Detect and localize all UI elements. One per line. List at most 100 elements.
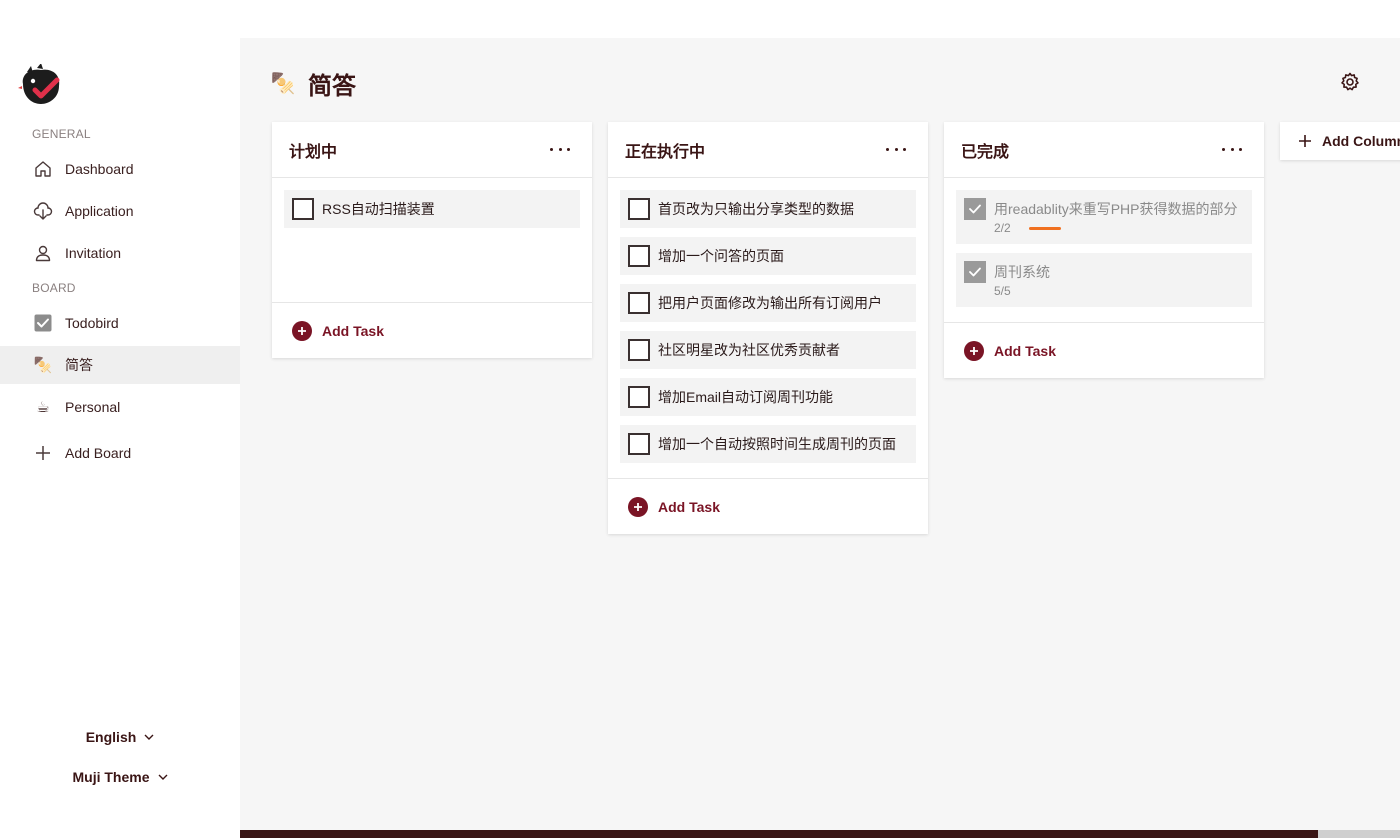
column-title: 正在执行中 — [625, 143, 706, 161]
language-select[interactable]: English — [0, 729, 240, 745]
more-icon[interactable] — [550, 145, 570, 155]
sidebar-item-application[interactable]: Application — [0, 192, 240, 230]
cloud-download-icon — [32, 200, 54, 222]
add-task-label: Add Task — [322, 322, 384, 339]
add-column-label: Add Column — [1322, 133, 1400, 149]
plus-circle-icon — [292, 320, 312, 341]
task-checkbox[interactable] — [628, 198, 650, 220]
add-board-button[interactable]: Add Board — [0, 434, 240, 472]
add-task-button[interactable]: Add Task — [944, 322, 1264, 378]
sidebar-item-label: Dashboard — [65, 161, 134, 177]
horizontal-scrollbar-thumb[interactable] — [240, 830, 1318, 838]
plus-icon — [1298, 134, 1312, 148]
task-list: 首页改为只输出分享类型的数据 增加一个问答的页面 把用户页面修改为输出所有订阅用… — [608, 178, 928, 478]
column-done: 已完成 用readablity来重写PHP获得数据的部分 2/2 周刊系统 5/… — [944, 122, 1264, 378]
task-text: 把用户页面修改为输出所有订阅用户 — [658, 295, 882, 311]
task-checkbox[interactable] — [628, 245, 650, 267]
app-logo — [17, 63, 65, 108]
task-progress: 2/2 — [994, 220, 1238, 236]
column-header: 计划中 — [272, 122, 592, 178]
task-text: 首页改为只输出分享类型的数据 — [658, 201, 854, 217]
task-checkbox[interactable] — [628, 433, 650, 455]
progress-bar — [1028, 226, 1061, 230]
plus-circle-icon — [628, 496, 648, 517]
task-card[interactable]: 增加Email自动订阅周刊功能 — [620, 378, 916, 416]
task-text: 社区明星改为社区优秀贡献者 — [658, 342, 840, 358]
subtask-count: 5/5 — [994, 284, 1011, 298]
task-card[interactable]: 增加一个自动按照时间生成周刊的页面 — [620, 425, 916, 463]
column-title: 计划中 — [289, 143, 338, 161]
add-task-button[interactable]: Add Task — [608, 478, 928, 534]
more-icon[interactable] — [886, 145, 906, 155]
task-checkbox[interactable] — [292, 198, 314, 220]
task-checkbox[interactable] — [628, 339, 650, 361]
chevron-down-icon — [144, 734, 154, 740]
sidebar-item-label: Todobird — [65, 315, 119, 331]
chevron-down-icon — [158, 774, 168, 780]
sidebar-item-jianda[interactable]: 🍢 简答 — [0, 346, 240, 384]
sidebar-item-label: 简答 — [65, 357, 93, 373]
coffee-icon: ☕ — [36, 398, 50, 416]
board-main: 🍢 简答 计划中 RSS自动扫描装置 Add Task 正在执行中 首页改为只输… — [240, 38, 1400, 838]
oden-icon: 🍢 — [270, 72, 296, 95]
more-icon[interactable] — [1222, 145, 1242, 155]
user-icon — [32, 242, 54, 264]
sidebar: GENERAL Dashboard Application Invitation… — [0, 0, 240, 838]
page-title: 🍢 简答 — [270, 66, 356, 101]
task-text: 增加一个问答的页面 — [658, 248, 784, 264]
subtask-count: 2/2 — [994, 221, 1011, 235]
task-card[interactable]: 用readablity来重写PHP获得数据的部分 2/2 — [956, 190, 1252, 244]
home-icon — [32, 158, 54, 180]
column-in-progress: 正在执行中 首页改为只输出分享类型的数据 增加一个问答的页面 把用户页面修改为输… — [608, 122, 928, 534]
task-list: 用readablity来重写PHP获得数据的部分 2/2 周刊系统 5/5 — [944, 178, 1264, 322]
sidebar-item-label: Application — [65, 203, 134, 219]
gear-icon — [1339, 72, 1361, 97]
sidebar-item-personal[interactable]: ☕ Personal — [0, 388, 240, 426]
task-text: RSS自动扫描装置 — [322, 201, 435, 217]
task-card[interactable]: 把用户页面修改为输出所有订阅用户 — [620, 284, 916, 322]
check-icon — [969, 204, 981, 214]
theme-select[interactable]: Muji Theme — [0, 769, 240, 785]
task-list: RSS自动扫描装置 — [272, 178, 592, 302]
task-checkbox[interactable] — [628, 292, 650, 314]
column-header: 正在执行中 — [608, 122, 928, 178]
task-checkbox[interactable] — [628, 386, 650, 408]
add-task-button[interactable]: Add Task — [272, 302, 592, 358]
add-column-button[interactable]: Add Column — [1280, 122, 1400, 160]
sidebar-item-invitation[interactable]: Invitation — [0, 234, 240, 272]
column-title: 已完成 — [961, 143, 1010, 161]
column-header: 已完成 — [944, 122, 1264, 178]
board-title: 简答 — [308, 73, 356, 100]
sidebar-item-label: Invitation — [65, 245, 122, 261]
sidebar-item-todobird[interactable]: Todobird — [0, 304, 240, 342]
task-text: 增加一个自动按照时间生成周刊的页面 — [658, 436, 896, 452]
plus-circle-icon — [964, 340, 984, 361]
plus-icon — [32, 442, 54, 464]
theme-value: Muji Theme — [72, 769, 150, 785]
add-board-label: Add Board — [65, 445, 132, 461]
task-checkbox[interactable] — [964, 261, 986, 283]
checkbox-icon — [32, 312, 54, 334]
check-icon — [969, 267, 981, 277]
task-card[interactable]: 增加一个问答的页面 — [620, 237, 916, 275]
task-card[interactable]: 社区明星改为社区优秀贡献者 — [620, 331, 916, 369]
oden-icon: 🍢 — [33, 356, 53, 374]
board-section-label: BOARD — [32, 281, 76, 295]
column-planned: 计划中 RSS自动扫描装置 Add Task — [272, 122, 592, 358]
general-section-label: GENERAL — [32, 127, 91, 141]
task-checkbox[interactable] — [964, 198, 986, 220]
task-card[interactable]: 首页改为只输出分享类型的数据 — [620, 190, 916, 228]
language-value: English — [85, 729, 137, 745]
task-card[interactable]: RSS自动扫描装置 — [284, 190, 580, 228]
add-task-label: Add Task — [994, 342, 1056, 359]
task-card[interactable]: 周刊系统 5/5 — [956, 253, 1252, 307]
add-task-label: Add Task — [658, 498, 720, 515]
task-text: 增加Email自动订阅周刊功能 — [658, 389, 834, 405]
task-text: 用readablity来重写PHP获得数据的部分 — [994, 201, 1238, 217]
horizontal-scrollbar-track[interactable] — [1318, 830, 1400, 838]
settings-button[interactable] — [1339, 71, 1361, 93]
task-progress: 5/5 — [994, 283, 1050, 299]
task-text: 周刊系统 — [994, 264, 1050, 280]
sidebar-item-label: Personal — [65, 399, 121, 415]
sidebar-item-dashboard[interactable]: Dashboard — [0, 150, 240, 188]
